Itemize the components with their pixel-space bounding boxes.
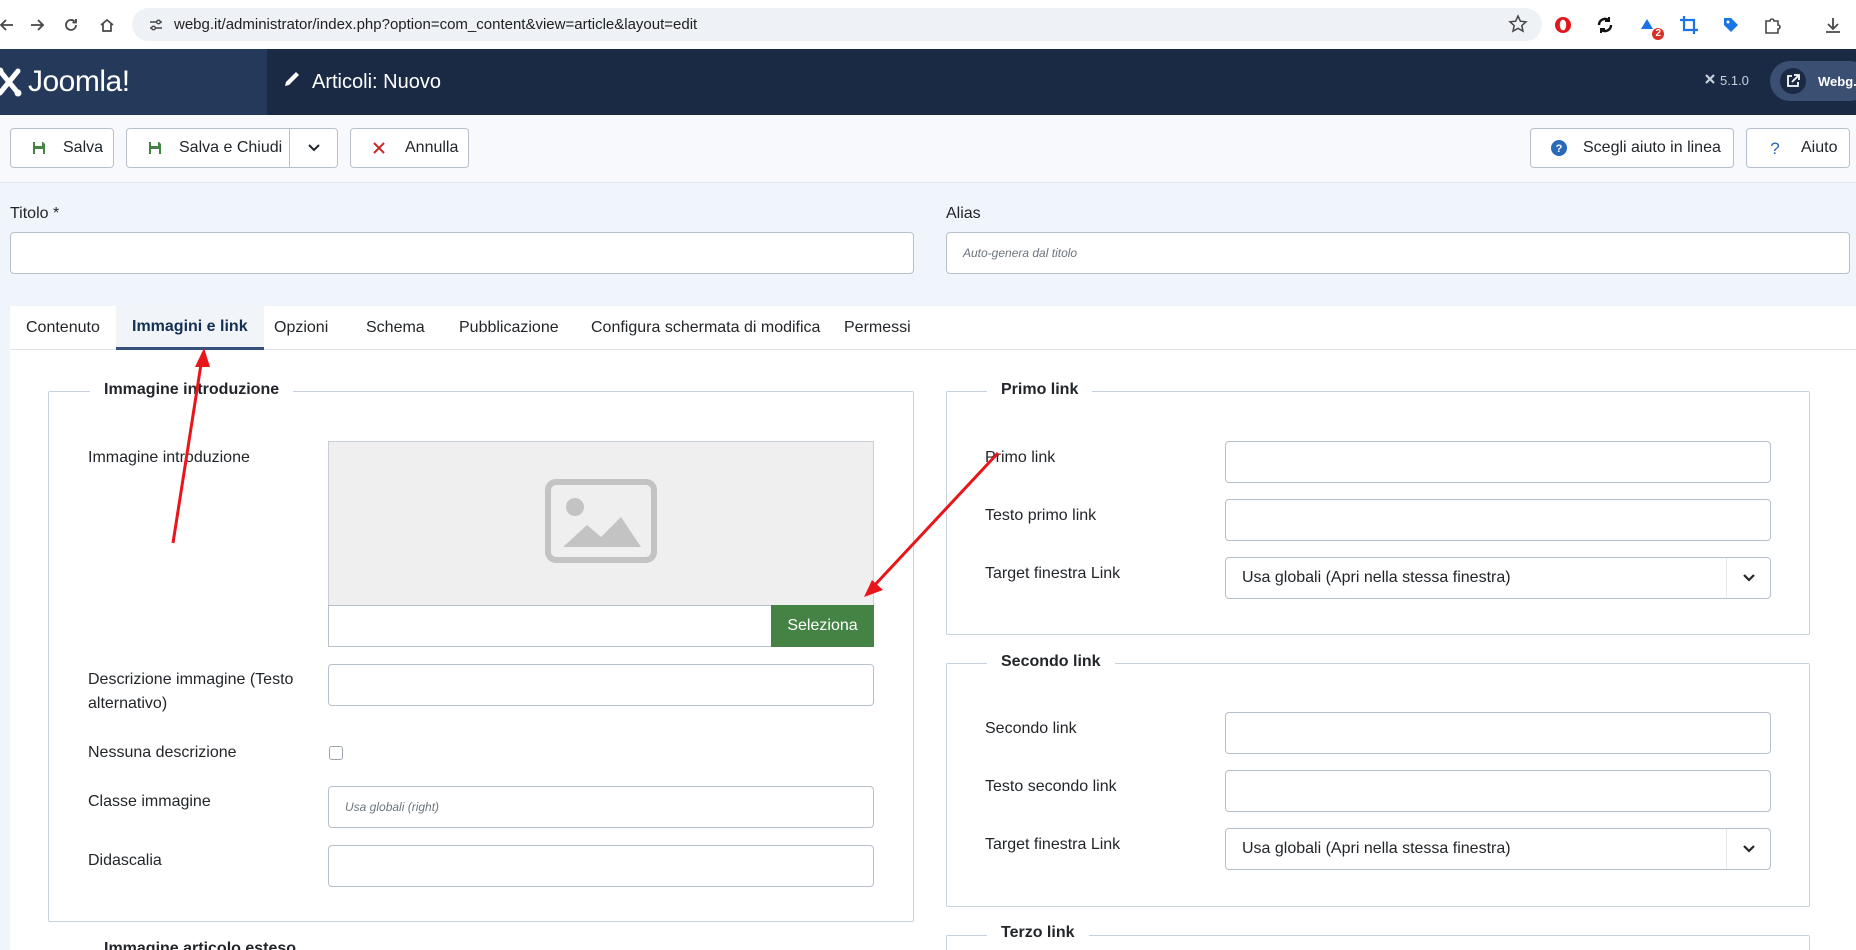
joomla-logo[interactable]: Joomla! [0, 49, 267, 115]
question-icon: ? [1765, 138, 1785, 158]
select-image-button[interactable]: Seleziona [771, 605, 874, 647]
version-badge: 5.1.0 [1704, 73, 1749, 88]
chevron-down-icon [308, 144, 320, 152]
link-b-url-label: Secondo link [985, 720, 1077, 737]
joomla-mark-icon [0, 67, 22, 102]
tab-contenuto[interactable]: Contenuto [10, 306, 116, 350]
save-icon [29, 138, 49, 158]
tab-immagini-e-link[interactable]: Immagini e link [116, 306, 264, 350]
tab-pubblicazione[interactable]: Pubblicazione [443, 306, 575, 350]
forward-icon[interactable] [22, 10, 52, 40]
image-class-label: Classe immagine [88, 793, 211, 810]
alias-label: Alias [946, 205, 981, 222]
back-icon[interactable] [0, 10, 22, 40]
home-icon[interactable] [92, 10, 122, 40]
tab-configura-schermata[interactable]: Configura schermata di modifica [575, 306, 836, 350]
link-a-legend: Primo link [987, 381, 1093, 399]
reload-icon[interactable] [56, 10, 86, 40]
no-description-checkbox[interactable] [329, 746, 343, 760]
cancel-button[interactable]: Annulla [350, 128, 469, 168]
puzzle-extensions-icon[interactable] [1762, 14, 1784, 36]
external-link-icon [1780, 68, 1806, 94]
site-name: Webg.it [1818, 73, 1856, 89]
link-b-url-input[interactable] [1225, 712, 1771, 754]
extension-badge: 2 [1652, 28, 1664, 40]
alt-text-input[interactable] [328, 664, 874, 706]
browser-toolbar: webg.it/administrator/index.php?option=c… [0, 0, 1856, 49]
chevron-down-icon [1726, 829, 1770, 869]
link-a-target-label: Target finestra Link [985, 565, 1121, 582]
site-settings-icon[interactable] [146, 15, 166, 35]
tab-opzioni[interactable]: Opzioni [258, 306, 344, 350]
save-options-dropdown[interactable] [290, 129, 338, 167]
joomla-small-icon [1704, 73, 1716, 88]
close-icon [369, 138, 389, 158]
svg-text:?: ? [1770, 139, 1779, 157]
link-b-text-input[interactable] [1225, 770, 1771, 812]
action-toolbar: Salva Salva e Chiudi Annulla ? Scegli ai… [0, 115, 1856, 183]
notification-extension-icon[interactable]: 2 [1636, 14, 1664, 40]
sync-extension-icon[interactable] [1594, 14, 1616, 36]
title-input[interactable] [10, 232, 914, 274]
intro-image-legend: Immagine introduzione [90, 381, 294, 399]
link-a-url-label: Primo link [985, 449, 1056, 466]
tab-schema[interactable]: Schema [350, 306, 441, 350]
save-button[interactable]: Salva [10, 128, 114, 168]
link-b-target-select[interactable]: Usa globali (Apri nella stessa finestra) [1225, 828, 1771, 870]
question-circle-icon: ? [1549, 138, 1569, 158]
help-online-button[interactable]: ? Scegli aiuto in linea [1530, 128, 1734, 168]
link-a-text-input[interactable] [1225, 499, 1771, 541]
link-b-target-label: Target finestra Link [985, 836, 1121, 853]
caption-input[interactable] [328, 845, 874, 887]
address-bar[interactable]: webg.it/administrator/index.php?option=c… [132, 8, 1542, 41]
chevron-down-icon [1726, 558, 1770, 598]
image-preview [328, 441, 874, 605]
svg-text:?: ? [1556, 143, 1563, 155]
link-b-text-label: Testo secondo link [985, 778, 1117, 795]
no-description-label: Nessuna descrizione [88, 744, 237, 761]
admin-header: Joomla! Articoli: Nuovo 5.1.0 Webg.it [0, 49, 1856, 115]
extensions-area: 2 [1552, 10, 1856, 40]
help-button[interactable]: ? Aiuto [1746, 128, 1850, 168]
page-title: Articoli: Nuovo [282, 49, 441, 115]
link-a-target-select[interactable]: Usa globali (Apri nella stessa finestra) [1225, 557, 1771, 599]
article-tabs: Contenuto Immagini e link Opzioni Schema… [10, 306, 1856, 350]
title-label: Titolo * [10, 205, 60, 222]
tag-extension-icon[interactable] [1720, 14, 1742, 36]
link-c-legend: Terzo link [987, 924, 1089, 942]
tab-permessi[interactable]: Permessi [828, 306, 927, 350]
alias-input[interactable]: Auto-genera dal titolo [946, 232, 1850, 274]
bookmark-star-icon[interactable] [1508, 14, 1528, 39]
crop-extension-icon[interactable] [1678, 14, 1700, 36]
image-class-input[interactable]: Usa globali (right) [328, 786, 874, 828]
opera-extension-icon[interactable] [1552, 14, 1574, 36]
download-icon[interactable] [1822, 14, 1844, 36]
caption-label: Didascalia [88, 852, 162, 869]
alt-text-label: Descrizione immagine (Testo alternativo) [88, 671, 294, 712]
page-title-text: Articoli: Nuovo [312, 70, 441, 93]
url-text: webg.it/administrator/index.php?option=c… [174, 16, 698, 33]
save-close-icon [145, 138, 165, 158]
link-b-legend: Secondo link [987, 653, 1115, 671]
link-a-url-input[interactable] [1225, 441, 1771, 483]
save-close-button[interactable]: Salva e Chiudi [126, 128, 338, 168]
link-a-text-label: Testo primo link [985, 507, 1097, 524]
intro-image-label: Immagine introduzione [88, 449, 250, 466]
version-text: 5.1.0 [1720, 73, 1749, 88]
pencil-icon [282, 69, 302, 95]
view-site-button[interactable]: Webg.it [1770, 61, 1856, 101]
image-placeholder-icon [545, 479, 657, 568]
full-image-legend: Immagine articolo esteso [90, 940, 311, 950]
joomla-logo-text: Joomla! [28, 65, 130, 98]
